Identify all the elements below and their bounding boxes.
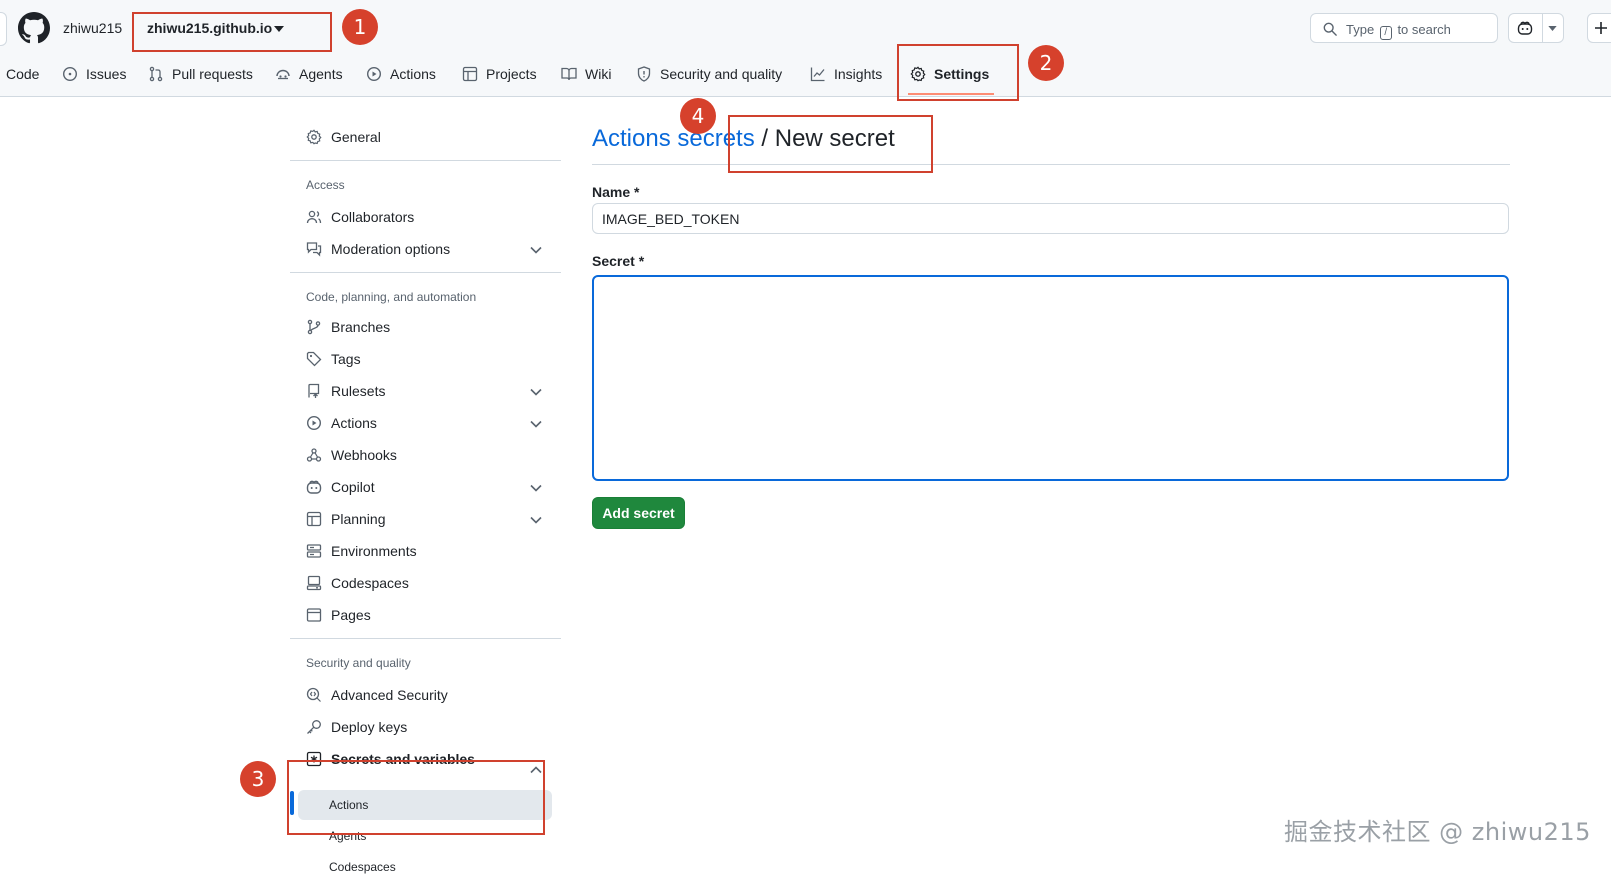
sidebar-item-collaborators[interactable]: Collaborators (306, 207, 414, 227)
copilot-icon (1517, 20, 1533, 36)
add-secret-button[interactable]: Add secret (592, 497, 685, 529)
caret-down-icon (1548, 26, 1557, 31)
play-icon (366, 66, 382, 82)
tab-agents[interactable]: Agents (275, 64, 343, 84)
sidebar-item-advanced-security[interactable]: Advanced Security (306, 685, 448, 705)
sidebar-item-planning[interactable]: Planning (306, 509, 386, 529)
annotation-box-new-secret (728, 115, 933, 173)
codescan-icon (306, 687, 322, 703)
sidebar-item-tags[interactable]: Tags (306, 349, 361, 369)
comment-discussion-icon (306, 241, 322, 257)
people-icon (306, 209, 322, 225)
tab-pull-requests[interactable]: Pull requests (148, 64, 253, 84)
secret-name-input[interactable] (592, 203, 1509, 234)
tab-security-and-quality[interactable]: Security and quality (636, 64, 782, 84)
chevron-down-icon[interactable] (530, 420, 542, 428)
repo-push-icon (306, 383, 322, 399)
watermark: 掘金技术社区 @ zhiwu215 (1284, 818, 1591, 846)
sidebar-item-deploy-keys[interactable]: Deploy keys (306, 717, 407, 737)
sidebar-item-moderation-options[interactable]: Moderation options (306, 239, 450, 259)
sidebar-item-environments[interactable]: Environments (306, 541, 417, 561)
create-new-button[interactable] (1587, 13, 1611, 43)
sidebar-heading-access: Access (306, 178, 345, 192)
sidebar-subitem-codespaces[interactable]: Codespaces (329, 860, 396, 874)
annotation-badge-2: 2 (1028, 45, 1064, 81)
table-icon (306, 511, 322, 527)
search-input[interactable]: Type / to search (1310, 13, 1498, 43)
tab-code[interactable]: Code (6, 64, 39, 84)
issue-icon (62, 66, 78, 82)
sidebar-item-copilot[interactable]: Copilot (306, 477, 375, 497)
graph-icon (810, 66, 826, 82)
codespaces-icon (306, 575, 322, 591)
annotation-box-repo (132, 12, 332, 52)
name-label: Name * (592, 184, 640, 200)
webhook-icon (306, 447, 322, 463)
key-icon (306, 719, 322, 735)
repo-owner-link[interactable]: zhiwu215 (63, 20, 122, 36)
tab-projects[interactable]: Projects (462, 64, 537, 84)
agents-icon (275, 66, 291, 82)
sidebar-item-actions[interactable]: Actions (306, 413, 377, 433)
annotation-badge-1: 1 (342, 9, 378, 45)
tab-issues[interactable]: Issues (62, 64, 126, 84)
tab-wiki[interactable]: Wiki (561, 64, 611, 84)
sidebar-divider (290, 638, 561, 639)
browser-icon (306, 607, 322, 623)
tab-actions[interactable]: Actions (366, 64, 436, 84)
sidebar-divider (290, 160, 561, 161)
sidebar-heading-code-planning: Code, planning, and automation (306, 290, 477, 304)
chevron-down-icon[interactable] (530, 484, 542, 492)
copilot-icon (306, 479, 322, 495)
table-icon (462, 66, 478, 82)
tab-insights[interactable]: Insights (810, 64, 882, 84)
sidebar-item-general[interactable]: General (306, 127, 381, 147)
gear-icon (306, 129, 322, 145)
server-icon (306, 543, 322, 559)
shield-icon (636, 66, 652, 82)
copilot-menu-button[interactable] (1508, 13, 1564, 43)
sidebar-heading-security: Security and quality (306, 656, 411, 670)
sidebar-divider (290, 272, 561, 273)
menu-button-edge[interactable] (0, 12, 7, 46)
sidebar-item-branches[interactable]: Branches (306, 317, 390, 337)
search-icon (1323, 22, 1337, 36)
annotation-box-secrets (287, 760, 545, 835)
chevron-down-icon[interactable] (530, 516, 542, 524)
chevron-down-icon[interactable] (530, 388, 542, 396)
search-placeholder: Type / to search (1346, 22, 1451, 40)
secret-value-textarea[interactable] (592, 275, 1509, 481)
pull-request-icon (148, 66, 164, 82)
secret-label: Secret * (592, 253, 645, 269)
plus-icon (1594, 21, 1608, 35)
sidebar-item-codespaces[interactable]: Codespaces (306, 573, 409, 593)
sidebar-item-webhooks[interactable]: Webhooks (306, 445, 397, 465)
annotation-badge-3: 3 (240, 761, 276, 797)
github-logo-icon[interactable] (18, 12, 50, 44)
sidebar-item-rulesets[interactable]: Rulesets (306, 381, 385, 401)
search-shortcut-key: / (1379, 26, 1392, 40)
play-icon (306, 415, 322, 431)
annotation-badge-4: 4 (680, 98, 716, 134)
git-branch-icon (306, 319, 322, 335)
sidebar-item-pages[interactable]: Pages (306, 605, 371, 625)
book-icon (561, 66, 577, 82)
chevron-down-icon[interactable] (530, 246, 542, 254)
annotation-box-settings (897, 44, 1019, 101)
tag-icon (306, 351, 322, 367)
